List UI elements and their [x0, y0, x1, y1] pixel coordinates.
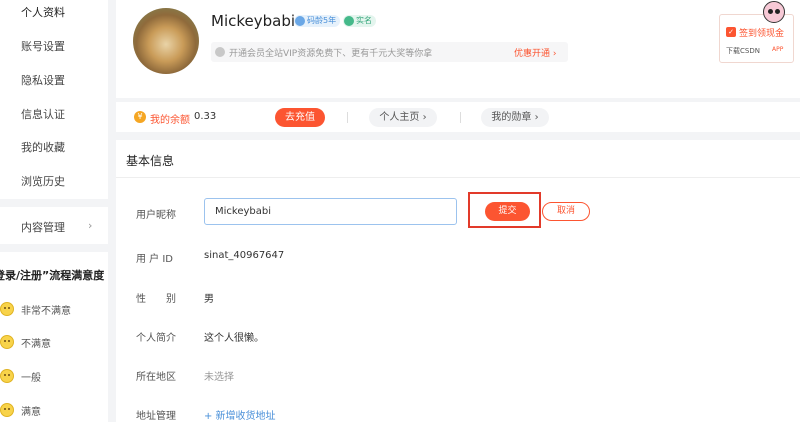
survey-option-very-unhappy[interactable]: 非常不满意 [0, 300, 71, 318]
bio-value: 这个人很懒。 [204, 333, 264, 344]
divider [460, 112, 461, 123]
divider [347, 112, 348, 123]
sidebar-item-verification[interactable]: 信息认证 [21, 106, 65, 122]
code-icon [295, 16, 305, 26]
gender-value: 男 [204, 294, 214, 305]
cancel-button[interactable]: 取消 [542, 202, 590, 221]
sidebar-item-history[interactable]: 浏览历史 [21, 173, 65, 189]
sidebar-divider [0, 244, 108, 252]
basic-info-card: 基本信息 用户昵称 提交 取消 用 户 ID sinat_40967647 性 … [116, 140, 800, 422]
username: Mickeybabi [211, 12, 296, 30]
userid-label: 用 户 ID [136, 254, 174, 265]
region-value[interactable]: 未选择 [204, 368, 234, 383]
coding-age-badge: 码龄5年 [294, 15, 341, 27]
gender-label: 性 别 [136, 294, 176, 305]
survey-title: 登录/注册”流程满意度 [0, 269, 105, 282]
verified-label: 实名 [356, 16, 372, 25]
vip-icon [215, 47, 225, 57]
survey-option-label: 非常不满意 [21, 305, 71, 317]
vip-promo-bar: 开通会员全站VIP资源免费下、更有千元大奖等你拿 优惠开通 › [211, 42, 568, 62]
balance-row: ¥ 我的余额 0.33 去充值 个人主页 › 我的勋章 › [116, 102, 800, 132]
survey-option-unhappy[interactable]: 不满意 [0, 333, 51, 351]
coin-icon: ¥ [134, 111, 146, 123]
region-label: 所在地区 [136, 372, 176, 383]
userid-value: sinat_40967647 [204, 250, 285, 261]
signin-widget[interactable]: ✓ 签到领现金 下载CSDN APP [719, 1, 794, 63]
balance-label[interactable]: 我的余额 [150, 111, 190, 126]
sidebar-item-favorites[interactable]: 我的收藏 [21, 139, 65, 155]
balance-value: 0.33 [194, 111, 217, 122]
app-label: APP [772, 46, 784, 53]
avatar[interactable] [133, 8, 199, 74]
sidebar-item-privacy-settings[interactable]: 隐私设置 [21, 72, 65, 88]
address-label: 地址管理 [136, 411, 176, 422]
homepage-button[interactable]: 个人主页 › [369, 108, 437, 127]
verified-icon [344, 16, 354, 26]
section-title: 基本信息 [126, 154, 175, 168]
happy-face-icon [0, 403, 14, 417]
nickname-label: 用户昵称 [136, 210, 176, 221]
mascot-icon [763, 1, 785, 23]
survey-option-label: 不满意 [21, 338, 51, 350]
chevron-right-icon: › [88, 219, 93, 232]
nickname-input[interactable] [204, 198, 457, 225]
sidebar-item-profile[interactable]: 个人资料 [21, 4, 65, 20]
recharge-button[interactable]: 去充值 [275, 108, 325, 127]
sidebar-item-account-settings[interactable]: 账号设置 [21, 38, 65, 54]
survey-option-happy[interactable]: 满意 [0, 401, 41, 419]
survey-option-neutral[interactable]: 一般 [0, 367, 41, 385]
checkbox-icon: ✓ [726, 27, 736, 37]
neutral-face-icon [0, 369, 14, 383]
survey-option-label: 满意 [21, 406, 41, 418]
survey-option-label: 一般 [21, 372, 41, 384]
verified-badge: 实名 [343, 15, 376, 27]
submit-button[interactable]: 提交 [485, 202, 530, 221]
section-divider [116, 177, 800, 178]
bio-label: 个人简介 [136, 333, 176, 344]
download-label: 下载CSDN [726, 47, 760, 55]
vip-open-link[interactable]: 优惠开通 › [514, 46, 556, 59]
medals-button[interactable]: 我的勋章 › [481, 108, 549, 127]
sidebar-item-content-management[interactable]: 内容管理 [21, 219, 65, 235]
signin-title: 签到领现金 [739, 29, 785, 39]
sidebar: 个人资料 账号设置 隐私设置 信息认证 我的收藏 浏览历史 内容管理 › 登录/… [0, 0, 108, 422]
add-address-link[interactable]: + 新增收货地址 [204, 407, 276, 422]
profile-card: Mickeybabi 码龄5年 实名 开通会员全站VIP资源免费下、更有千元大奖… [116, 0, 800, 98]
unhappy-face-icon [0, 335, 14, 349]
main-panel: Mickeybabi 码龄5年 实名 开通会员全站VIP资源免费下、更有千元大奖… [116, 0, 800, 422]
vip-promo-text: 开通会员全站VIP资源免费下、更有千元大奖等你拿 [229, 49, 433, 59]
sidebar-divider [0, 199, 108, 207]
very-unhappy-face-icon [0, 302, 14, 316]
coding-age-label: 码龄5年 [307, 16, 337, 25]
